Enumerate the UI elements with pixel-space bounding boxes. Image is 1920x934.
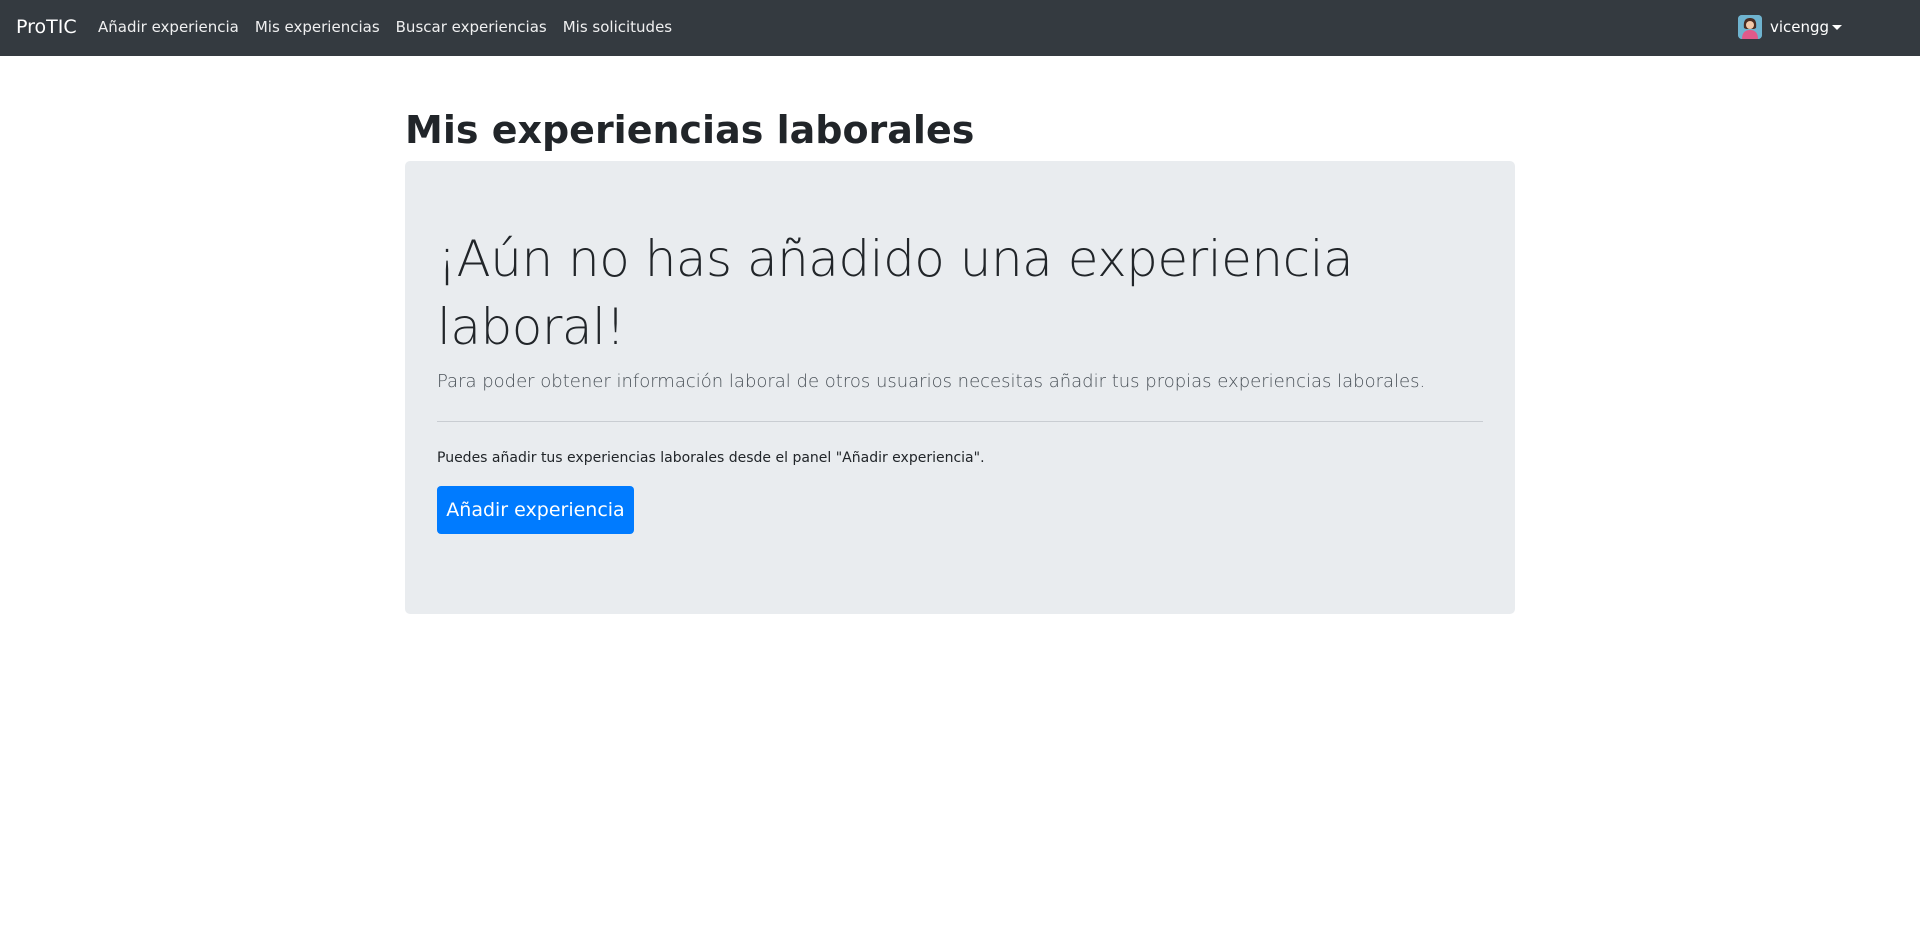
user-dropdown-toggle[interactable]: vicengg [1738, 15, 1843, 39]
user-avatar-icon [1738, 15, 1762, 39]
top-navbar: ProTIC Añadir experiencia Mis experienci… [0, 0, 1920, 56]
divider [437, 421, 1483, 422]
empty-state-lead: Para poder obtener información laboral d… [437, 371, 1426, 392]
nav-link-mis-experiencias[interactable]: Mis experiencias [247, 16, 388, 38]
empty-state-hint: Puedes añadir tus experiencias laborales… [437, 450, 985, 466]
brand-link[interactable]: ProTIC [16, 13, 77, 41]
nav-links: Añadir experiencia Mis experiencias Busc… [90, 16, 680, 38]
empty-state-panel: ¡Aún no has añadido una experiencia labo… [405, 161, 1515, 614]
page-title: Mis experiencias laborales [405, 108, 975, 152]
user-name: vicengg [1770, 18, 1830, 36]
empty-state-heading: ¡Aún no has añadido una experiencia labo… [437, 230, 1354, 356]
nav-link-buscar-experiencias[interactable]: Buscar experiencias [388, 16, 555, 38]
nav-link-anadir-experiencia[interactable]: Añadir experiencia [90, 16, 247, 38]
add-experience-button[interactable]: Añadir experiencia [437, 486, 634, 534]
chevron-down-icon [1832, 24, 1843, 30]
nav-link-mis-solicitudes[interactable]: Mis solicitudes [555, 16, 680, 38]
